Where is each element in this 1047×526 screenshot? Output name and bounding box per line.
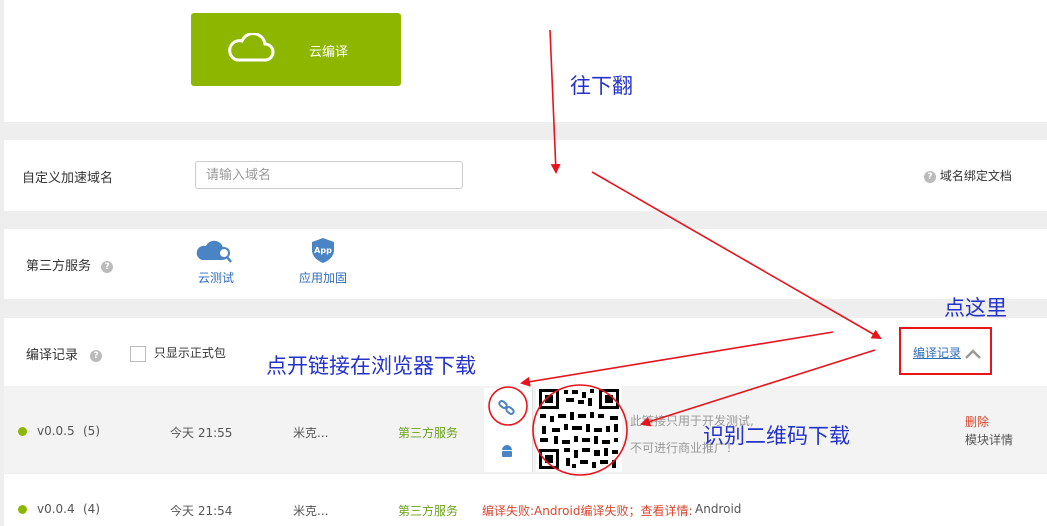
third-party-label-group: 第三方服务 ? (26, 255, 114, 274)
row-user: 米克... (293, 426, 329, 440)
package-download-button[interactable] (500, 444, 514, 462)
status-dot (18, 427, 27, 436)
help-icon[interactable]: ? (90, 349, 103, 362)
link-button[interactable] (494, 397, 520, 423)
domain-panel (4, 140, 1047, 211)
module-details-link[interactable]: 模块详情 (965, 431, 1013, 448)
app-shield-icon: App (312, 238, 334, 263)
status-dot (18, 505, 27, 514)
third-party-label: 第三方服务 (26, 259, 92, 274)
row-time: 今天 21:55 (170, 426, 233, 440)
row-count: (5) (83, 424, 100, 438)
domain-input[interactable] (195, 161, 463, 189)
row-count: (4) (83, 502, 100, 516)
row-user: 米克... (293, 504, 329, 518)
annotation-click-here: 点这里 (944, 296, 1007, 320)
service-app-harden[interactable]: App 应用加固 (296, 236, 350, 286)
top-panel (4, 0, 1047, 122)
svg-text:App: App (314, 246, 332, 255)
row-version: v0.0.4 (37, 502, 75, 516)
cloud-search-icon (196, 240, 232, 263)
service-app-harden-label: 应用加固 (298, 271, 347, 285)
row-service: 第三方服务 (398, 504, 459, 518)
highlight-toggle-box (899, 327, 992, 375)
delete-link[interactable]: 删除 (965, 413, 989, 430)
link-icon (498, 400, 515, 415)
qr-code-image (536, 386, 622, 472)
row-service: 第三方服务 (398, 426, 459, 440)
records-label: 编译记录 (26, 348, 79, 363)
annotation-open-link: 点开链接在浏览器下载 (266, 354, 476, 378)
checkbox-box[interactable] (130, 345, 146, 362)
service-cloud-test-label: 云测试 (197, 271, 234, 285)
annotation-scroll-down: 往下翻 (570, 74, 633, 98)
android-icon (502, 445, 512, 457)
domain-doc-link[interactable]: ? 域名绑定文档 (924, 167, 1012, 184)
domain-doc-label: 域名绑定文档 (939, 169, 1012, 183)
annotation-scan-qr: 识别二维码下载 (703, 424, 850, 448)
third-party-panel (4, 229, 1047, 299)
help-icon: ? (924, 170, 936, 183)
row-error: 编译失败:Android编译失败；查看详情: (482, 504, 693, 518)
formal-only-label: 只显示正式包 (153, 346, 226, 360)
help-icon[interactable]: ? (101, 260, 114, 273)
row-time: 今天 21:54 (170, 504, 233, 518)
domain-label: 自定义加速域名 (22, 171, 114, 186)
records-label-group: 编译记录 ? (26, 344, 103, 363)
cloud-icon (228, 33, 275, 62)
service-cloud-test[interactable]: 云测试 (192, 236, 240, 286)
cloud-compile-button[interactable]: 云编译 (191, 13, 401, 86)
cloud-compile-label: 云编译 (309, 45, 349, 60)
row-version: v0.0.5 (37, 424, 75, 438)
formal-only-checkbox[interactable]: 只显示正式包 (130, 344, 226, 362)
row-error-link[interactable]: Android (695, 502, 741, 516)
